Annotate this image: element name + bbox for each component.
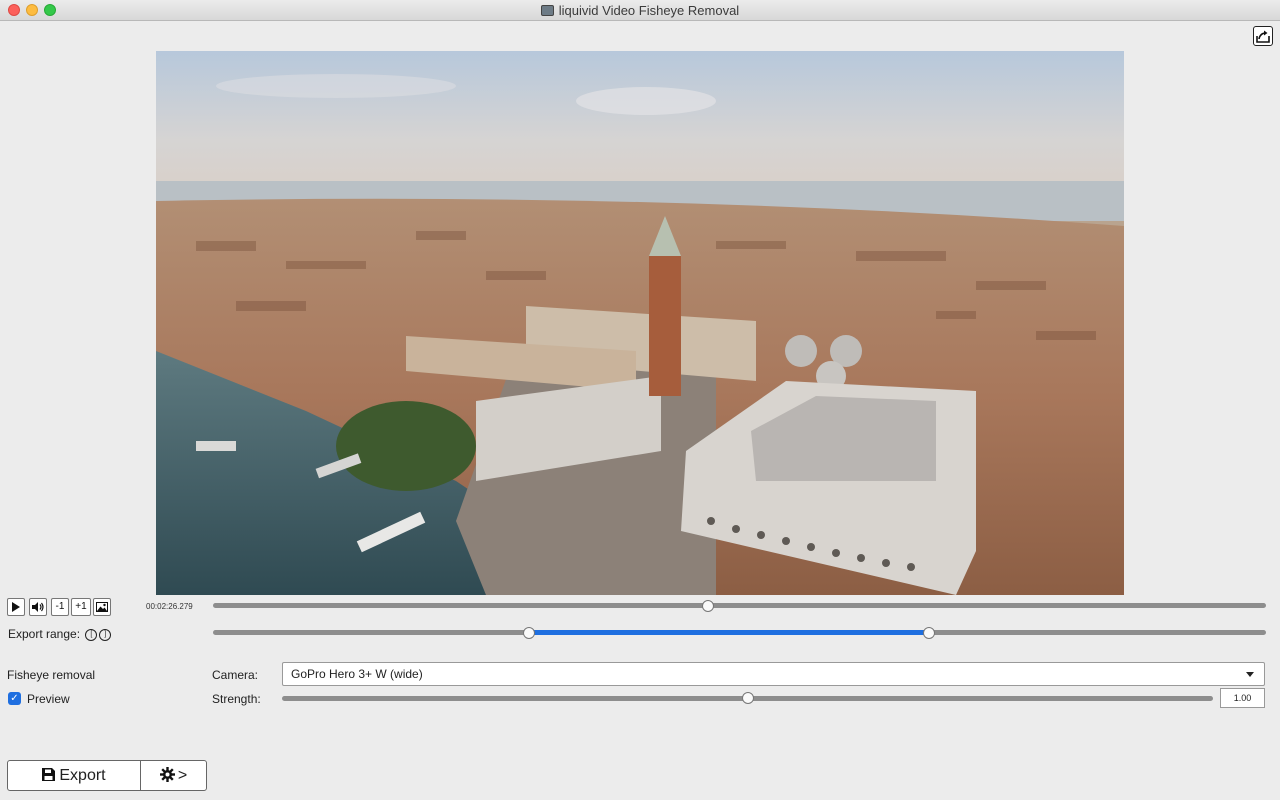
- export-button[interactable]: Export: [8, 761, 141, 790]
- fisheye-removal-label: Fisheye removal: [7, 668, 96, 682]
- volume-button[interactable]: [29, 598, 47, 616]
- strength-slider-knob[interactable]: [741, 692, 754, 704]
- video-preview: [156, 51, 1124, 595]
- play-icon: [12, 602, 20, 612]
- export-range-start-knob[interactable]: [522, 627, 535, 639]
- camera-select[interactable]: GoPro Hero 3+ W (wide): [282, 662, 1265, 686]
- share-export-icon: [1256, 30, 1270, 43]
- window-title-text: liquivid Video Fisheye Removal: [558, 3, 740, 18]
- save-icon: [42, 768, 56, 781]
- export-button-label: Export: [59, 767, 106, 784]
- range-start-icon[interactable]: [: [85, 628, 98, 641]
- step-forward-button[interactable]: +1: [71, 598, 91, 616]
- export-range-label: Export range: []: [8, 627, 112, 641]
- chevron-down-icon: [1246, 672, 1254, 677]
- volume-icon: [32, 602, 44, 612]
- range-end-icon[interactable]: ]: [99, 628, 112, 641]
- app-icon: [540, 5, 554, 16]
- timecode-display: 00:02:26.279: [146, 602, 193, 611]
- playback-slider-track[interactable]: [213, 603, 1266, 608]
- image-icon: [96, 602, 108, 612]
- export-settings-button[interactable]: >: [141, 761, 206, 790]
- title-bar: liquivid Video Fisheye Removal: [0, 0, 1280, 21]
- export-range-selection: [528, 630, 930, 635]
- step-back-button[interactable]: -1: [51, 598, 69, 616]
- preview-label: Preview: [27, 692, 70, 706]
- strength-label: Strength:: [212, 692, 261, 706]
- preview-checkbox[interactable]: ✓: [8, 692, 21, 705]
- camera-select-value: GoPro Hero 3+ W (wide): [291, 667, 423, 681]
- strength-value-field[interactable]: 1.00: [1220, 688, 1265, 708]
- export-range-end-knob[interactable]: [923, 627, 936, 639]
- export-button-group: Export >: [7, 760, 207, 791]
- video-frame-image: [156, 51, 1124, 595]
- share-button[interactable]: [1253, 26, 1273, 46]
- camera-label: Camera:: [212, 668, 259, 682]
- gear-icon: [159, 767, 175, 782]
- export-settings-label: >: [177, 767, 188, 784]
- snapshot-button[interactable]: [93, 598, 111, 616]
- playback-slider-knob[interactable]: [701, 600, 714, 612]
- play-button[interactable]: [7, 598, 25, 616]
- window-title: liquivid Video Fisheye Removal: [0, 3, 1280, 18]
- export-range-label-text: Export range:: [8, 627, 81, 641]
